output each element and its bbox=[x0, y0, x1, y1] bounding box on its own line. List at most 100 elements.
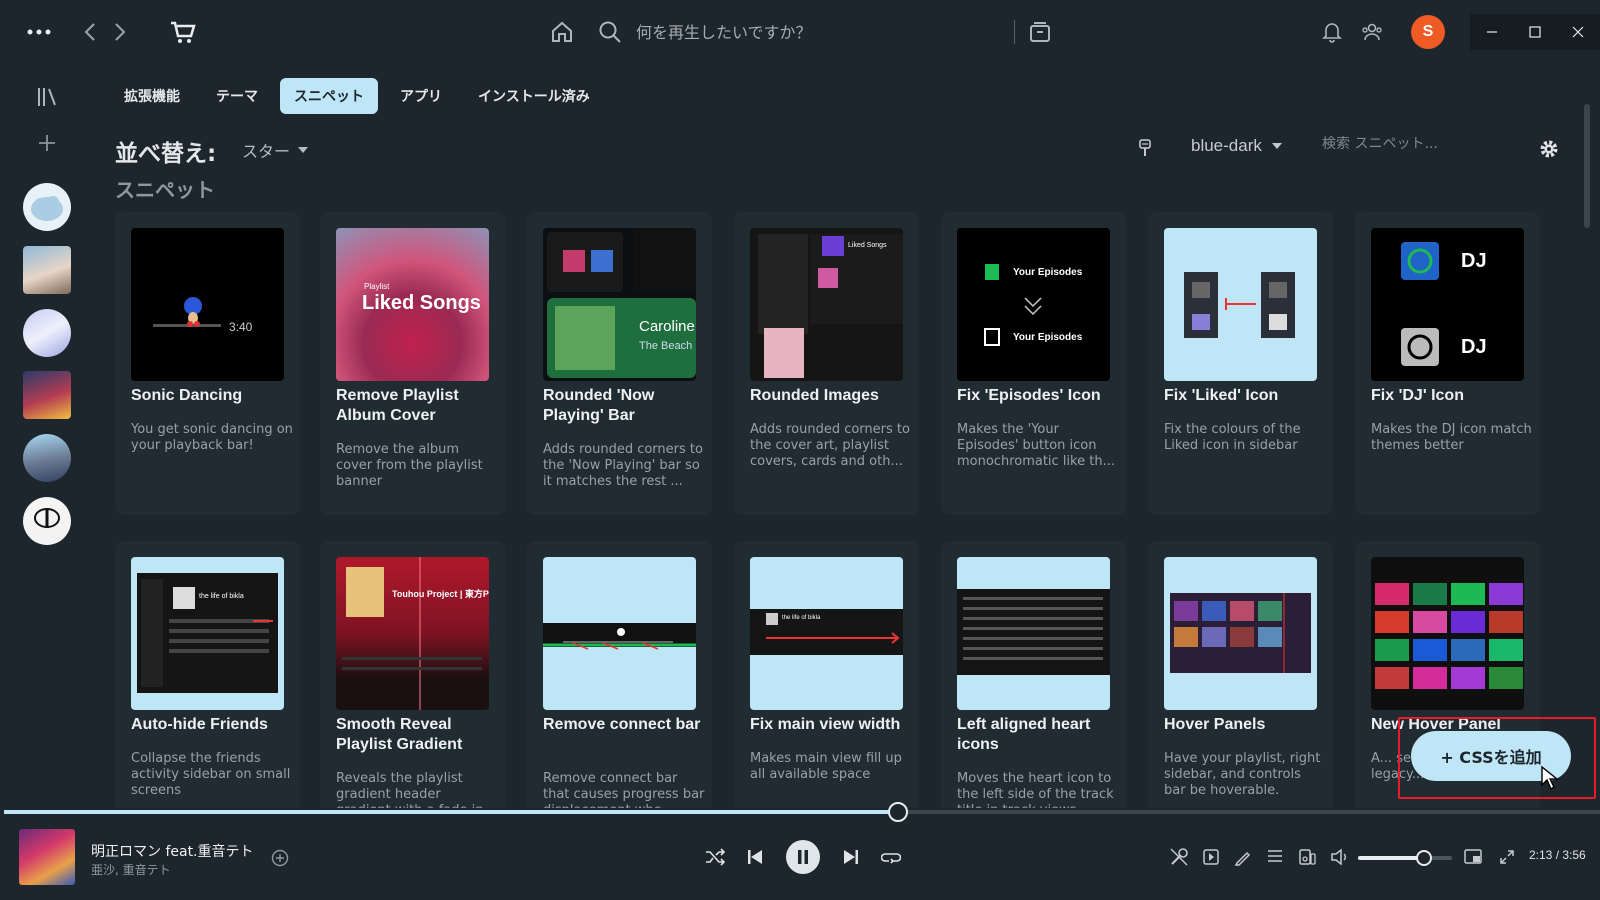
home-icon[interactable] bbox=[548, 16, 576, 48]
progress-fill bbox=[4, 810, 898, 814]
fullscreen-icon[interactable] bbox=[1496, 846, 1518, 868]
avatar[interactable]: S bbox=[1411, 15, 1445, 49]
thumb-text: DJ bbox=[1461, 250, 1487, 272]
snippet-title: Fix 'Liked' Icon bbox=[1164, 387, 1279, 404]
next-icon[interactable] bbox=[840, 846, 862, 868]
snippet-title: Auto-hide Friends bbox=[131, 716, 268, 733]
now-playing-view-icon[interactable] bbox=[1200, 846, 1222, 868]
snippet-card[interactable]: the life of bikla Fix main view width Ma… bbox=[734, 541, 919, 808]
previous-icon[interactable] bbox=[744, 846, 766, 868]
cursor-icon bbox=[1538, 764, 1562, 792]
playback-progress-bar[interactable] bbox=[4, 802, 1600, 822]
tab-installed[interactable]: インストール済み bbox=[464, 78, 604, 114]
snippet-card[interactable]: Your Episodes Your Episodes Fix 'Episode… bbox=[941, 212, 1126, 515]
snippet-title: Fix main view width bbox=[750, 716, 901, 733]
add-to-library-icon[interactable] bbox=[270, 848, 290, 868]
maximize-icon[interactable] bbox=[1513, 14, 1556, 50]
snippet-card[interactable]: Fix 'Liked' Icon Fix the colours of the … bbox=[1148, 212, 1333, 515]
sort-label: 並べ替え: bbox=[115, 141, 217, 167]
sort-dropdown[interactable]: スター bbox=[242, 138, 309, 162]
forward-icon[interactable] bbox=[110, 16, 130, 48]
palette-icon[interactable] bbox=[1136, 138, 1154, 158]
snippet-title: Remove connect bar bbox=[543, 716, 701, 733]
now-playing-title[interactable]: 明正ロマン feat.重音テト bbox=[91, 841, 254, 861]
volume-slider[interactable] bbox=[1358, 850, 1452, 866]
snippet-preview-image: Liked Songs bbox=[750, 228, 903, 381]
mini-player-icon[interactable] bbox=[1462, 846, 1484, 868]
color-scheme-dropdown[interactable]: blue-dark bbox=[1191, 136, 1282, 156]
back-icon[interactable] bbox=[80, 16, 100, 48]
close-icon[interactable] bbox=[1557, 14, 1600, 50]
snippet-preview-image: Touhou Project | 東方Project bbox=[336, 557, 489, 710]
snippet-description: Reveals the playlist gradient header gra… bbox=[336, 771, 483, 808]
snippet-card[interactable]: DJ DJ Fix 'DJ' Icon Makes the DJ icon ma… bbox=[1355, 212, 1540, 515]
settings-gear-icon[interactable] bbox=[1538, 138, 1560, 160]
snippet-description: Collapse the friends activity sidebar on… bbox=[131, 751, 291, 798]
thumb-text: DJ bbox=[1461, 336, 1487, 358]
playlist-cover[interactable] bbox=[23, 371, 71, 419]
snippet-card[interactable]: Touhou Project | 東方Project Smooth Reveal… bbox=[320, 541, 505, 808]
snippet-preview-image: Playlist Liked Songs bbox=[336, 228, 489, 381]
lyrics-icon[interactable] bbox=[1168, 846, 1190, 868]
snippet-preview-image bbox=[1371, 557, 1524, 710]
browse-icon[interactable] bbox=[1026, 16, 1054, 48]
thumb-text: Your Episodes bbox=[1013, 332, 1083, 343]
shuffle-icon[interactable] bbox=[704, 846, 726, 868]
friends-icon[interactable] bbox=[1358, 16, 1386, 48]
thumb-text: Caroline bbox=[639, 318, 695, 335]
playlist-avatar[interactable] bbox=[23, 497, 71, 545]
playlist-cover[interactable] bbox=[23, 246, 71, 294]
playlist-avatar[interactable] bbox=[23, 434, 71, 482]
player-bar: 明正ロマン feat.重音テト 亜沙, 重音テト 2:13 / 3:56 bbox=[0, 818, 1600, 900]
tab-apps[interactable]: アプリ bbox=[386, 78, 456, 114]
volume-icon[interactable] bbox=[1328, 846, 1350, 868]
connect-device-icon[interactable] bbox=[1296, 846, 1318, 868]
snippet-description: You get sonic dancing on your playback b… bbox=[131, 422, 293, 453]
snippet-card[interactable]: 3:40 Sonic Dancing You get sonic dancing… bbox=[115, 212, 300, 515]
snippet-card[interactable]: Playlist Liked Songs Remove Playlist Alb… bbox=[320, 212, 505, 515]
tab-extensions[interactable]: 拡張機能 bbox=[110, 78, 194, 114]
minimize-icon[interactable] bbox=[1470, 14, 1513, 50]
cart-icon[interactable] bbox=[168, 16, 198, 48]
snippet-card[interactable]: Left aligned heart icons Moves the heart… bbox=[941, 541, 1126, 808]
thumb-text: The Beach bbox=[639, 340, 693, 352]
tab-snippets[interactable]: スニペット bbox=[280, 78, 378, 114]
color-scheme-value: blue-dark bbox=[1191, 136, 1262, 155]
now-playing-artist[interactable]: 亜沙, 重音テト bbox=[91, 861, 171, 878]
snippet-card[interactable]: Caroline The Beach Rounded 'Now Playing'… bbox=[527, 212, 712, 515]
snippet-card[interactable]: Liked Songs Rounded Images Adds rounded … bbox=[734, 212, 919, 515]
snippet-search-input[interactable] bbox=[1322, 136, 1502, 152]
highlight-box bbox=[1398, 717, 1596, 799]
playlist-avatar[interactable] bbox=[23, 309, 71, 357]
search-bar[interactable] bbox=[598, 14, 998, 50]
plus-icon[interactable] bbox=[32, 128, 62, 158]
snippet-title: Hover Panels bbox=[1164, 716, 1266, 733]
repeat-icon[interactable] bbox=[880, 846, 902, 868]
scrollbar[interactable] bbox=[1584, 104, 1590, 228]
pause-button[interactable] bbox=[786, 840, 820, 874]
snippet-title: Fix 'Episodes' Icon bbox=[957, 387, 1101, 404]
snippet-card[interactable]: Remove connect bar Remove connect bar th… bbox=[527, 541, 712, 808]
search-input[interactable] bbox=[636, 22, 966, 42]
thumb-text: Playlist bbox=[364, 282, 390, 291]
tab-themes[interactable]: テーマ bbox=[202, 78, 272, 114]
snippet-card[interactable]: the life of bikla Auto-hide Friends Coll… bbox=[115, 541, 300, 808]
top-bar: S bbox=[0, 0, 1600, 64]
now-playing-cover[interactable] bbox=[19, 829, 75, 885]
snippet-description: Adds rounded corners to the 'Now Playing… bbox=[543, 442, 703, 489]
queue-icon[interactable] bbox=[1264, 846, 1286, 868]
more-dots-icon[interactable] bbox=[24, 16, 54, 48]
playback-time: 2:13 / 3:56 bbox=[1529, 848, 1586, 862]
snippet-card[interactable]: Hover Panels Have your playlist, right s… bbox=[1148, 541, 1333, 808]
thumb-text: Touhou Project | 東方Project bbox=[392, 589, 489, 599]
snippet-description: Remove connect bar that causes progress … bbox=[543, 771, 705, 808]
library-icon[interactable] bbox=[32, 82, 62, 112]
thumb-text: the life of bikla bbox=[782, 615, 821, 621]
snippet-title: Left aligned heart icons bbox=[957, 716, 1091, 753]
pen-icon[interactable] bbox=[1232, 846, 1254, 868]
bell-icon[interactable] bbox=[1318, 16, 1346, 48]
volume-knob[interactable] bbox=[1415, 850, 1432, 866]
thumb-text: Liked Songs bbox=[848, 242, 887, 249]
snippet-preview-image: Caroline The Beach bbox=[543, 228, 696, 381]
playlist-avatar[interactable] bbox=[23, 183, 71, 231]
